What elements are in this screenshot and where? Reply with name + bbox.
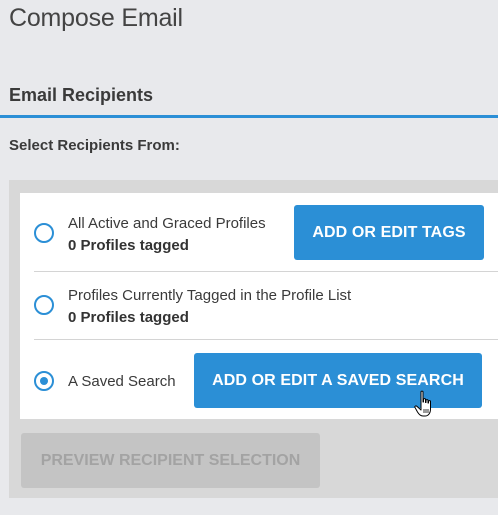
add-edit-tags-button[interactable]: ADD OR EDIT TAGS <box>294 205 484 260</box>
radio-all-active-profiles[interactable] <box>34 223 54 243</box>
preview-recipient-selection-button[interactable]: PREVIEW RECIPIENT SELECTION <box>21 433 320 488</box>
option-title: Profiles Currently Tagged in the Profile… <box>68 287 352 304</box>
radio-saved-search[interactable] <box>34 371 54 391</box>
hand-pointer-icon <box>414 390 431 417</box>
option-subtitle: 0 Profiles tagged <box>68 237 189 254</box>
page-title: Compose Email <box>9 4 183 32</box>
recipient-options-card: All Active and Graced Profiles 0 Profile… <box>20 193 498 419</box>
select-recipients-label: Select Recipients From: <box>9 137 180 154</box>
option-subtitle: 0 Profiles tagged <box>68 309 189 326</box>
section-divider <box>0 115 498 118</box>
option-tagged-profiles: Profiles Currently Tagged in the Profile… <box>20 272 498 338</box>
option-all-active-profiles: All Active and Graced Profiles 0 Profile… <box>20 193 498 271</box>
option-title: A Saved Search <box>68 373 176 390</box>
option-title: All Active and Graced Profiles <box>68 215 266 232</box>
radio-tagged-profiles[interactable] <box>34 295 54 315</box>
section-title: Email Recipients <box>9 85 154 105</box>
add-edit-saved-search-button[interactable]: ADD OR EDIT A SAVED SEARCH <box>194 353 482 408</box>
